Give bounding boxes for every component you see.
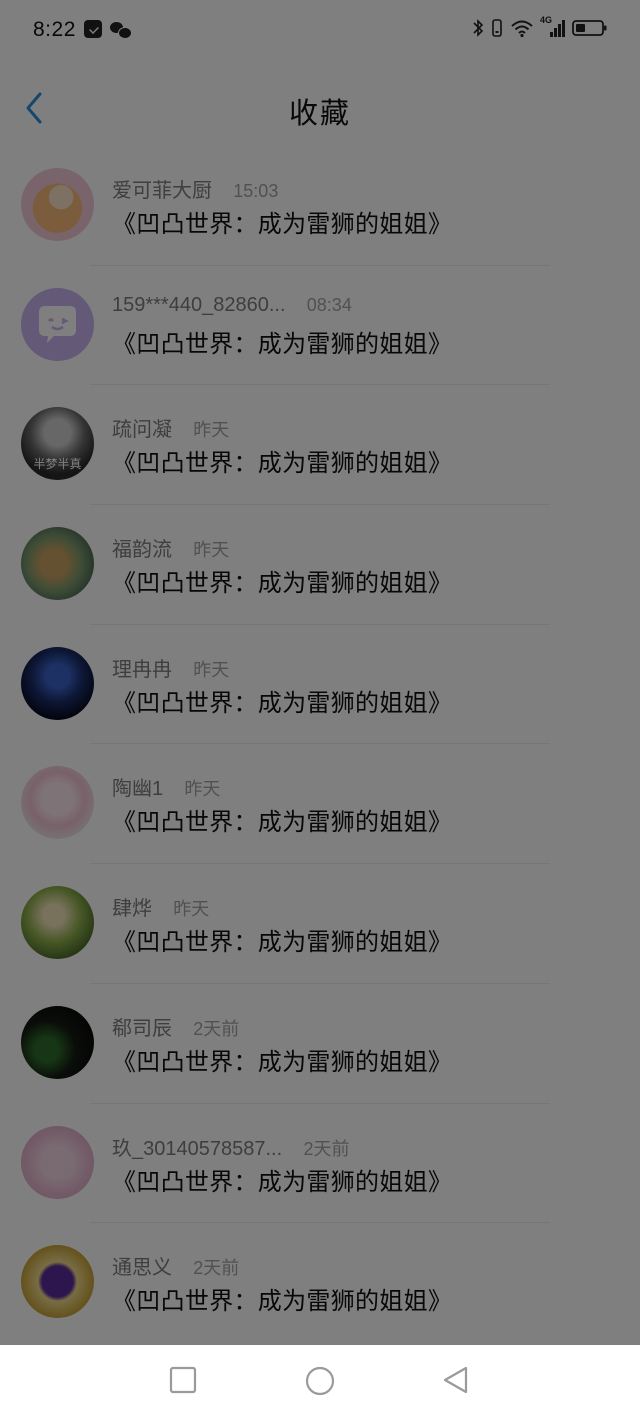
timestamp: 08:34 — [306, 294, 352, 315]
avatar[interactable] — [21, 1245, 94, 1319]
recent-apps-icon[interactable] — [168, 1365, 198, 1395]
list-item[interactable]: 福韵流 昨天 《凹凸世界：成为雷狮的姐姐》 — [0, 505, 640, 625]
avatar-caption: 半梦半真 — [33, 457, 82, 472]
list-item[interactable]: 159***440_82860... 08:34 《凹凸世界：成为雷狮的姐姐》 — [0, 266, 640, 386]
user-name[interactable]: 陶幽1 — [112, 778, 163, 800]
list-item[interactable]: 通思义 2天前 《凹凸世界：成为雷狮的姐姐》 — [0, 1223, 640, 1343]
favorite-title[interactable]: 《凹凸世界：成为雷狮的姐姐》 — [112, 922, 452, 957]
user-name[interactable]: 玖_30140578587... — [112, 1138, 282, 1160]
favorite-title[interactable]: 《凹凸世界：成为雷狮的姐姐》 — [112, 1042, 452, 1077]
favorite-title[interactable]: 《凹凸世界：成为雷狮的姐姐》 — [112, 204, 452, 239]
avatar[interactable] — [21, 527, 94, 601]
avatar[interactable] — [21, 1005, 94, 1079]
favorite-title[interactable]: 《凹凸世界：成为雷狮的姐姐》 — [112, 563, 452, 598]
chat-bubble-icon — [39, 305, 76, 343]
timestamp: 昨天 — [193, 540, 230, 561]
user-name[interactable]: 肆烨 — [112, 898, 152, 920]
navigation-bar — [0, 1345, 640, 1415]
status-bar: 8:22 4G — [0, 0, 640, 62]
user-name[interactable]: 通思义 — [112, 1257, 172, 1279]
back-icon[interactable] — [440, 1365, 470, 1395]
timestamp: 昨天 — [184, 779, 221, 800]
list-item[interactable]: 陶幽1 昨天 《凹凸世界：成为雷狮的姐姐》 — [0, 744, 640, 865]
list-item[interactable]: 肆烨 昨天 《凹凸世界：成为雷狮的姐姐》 — [0, 864, 640, 984]
wifi-icon — [511, 20, 533, 38]
notification-icon — [84, 20, 102, 38]
timestamp: 2天前 — [193, 1258, 240, 1279]
battery-icon — [572, 20, 607, 36]
avatar[interactable] — [21, 168, 94, 241]
timestamp: 15:03 — [233, 181, 279, 201]
home-icon[interactable] — [304, 1365, 336, 1397]
list-item[interactable]: 玖_30140578587... 2天前 《凹凸世界：成为雷狮的姐姐》 — [0, 1104, 640, 1224]
list-item[interactable]: 半梦半真 疏问凝 昨天 《凹凸世界：成为雷狮的姐姐》 — [0, 385, 640, 506]
favorite-title[interactable]: 《凹凸世界：成为雷狮的姐姐》 — [112, 443, 452, 478]
signal-4g-icon: 4G — [540, 15, 566, 38]
favorites-list: 爱可菲大厨 15:03 《凹凸世界：成为雷狮的姐姐》 159***440_828… — [0, 146, 640, 1343]
timestamp: 昨天 — [193, 420, 230, 441]
favorite-title[interactable]: 《凹凸世界：成为雷狮的姐姐》 — [112, 1162, 452, 1197]
avatar[interactable] — [21, 766, 94, 840]
user-name[interactable]: 159***440_82860... — [112, 294, 286, 316]
avatar[interactable] — [21, 1125, 94, 1199]
page-title: 收藏 — [288, 98, 351, 130]
wechat-icon — [110, 20, 132, 39]
vibrate-icon — [492, 19, 502, 37]
header: 收藏 — [0, 62, 640, 146]
status-time: 8:22 — [33, 18, 76, 41]
timestamp: 2天前 — [303, 1138, 350, 1159]
favorite-title[interactable]: 《凹凸世界：成为雷狮的姐姐》 — [112, 802, 452, 837]
user-name[interactable]: 疏问凝 — [112, 419, 172, 441]
timestamp: 2天前 — [193, 1018, 240, 1039]
list-item[interactable]: 理冉冉 昨天 《凹凸世界：成为雷狮的姐姐》 — [0, 625, 640, 745]
user-name[interactable]: 理冉冉 — [112, 659, 172, 681]
bluetooth-icon — [473, 19, 484, 37]
favorite-title[interactable]: 《凹凸世界：成为雷狮的姐姐》 — [112, 683, 452, 718]
favorites-screen: 8:22 4G 收藏 爱可菲大厨 15:03 《凹凸世界：成为雷狮的姐姐》 15… — [0, 0, 640, 1345]
list-item[interactable]: 爱可菲大厨 15:03 《凹凸世界：成为雷狮的姐姐》 — [0, 146, 640, 266]
user-name[interactable]: 福韵流 — [112, 539, 172, 561]
avatar[interactable]: 半梦半真 — [21, 407, 94, 481]
avatar[interactable] — [21, 287, 94, 361]
favorite-title[interactable]: 《凹凸世界：成为雷狮的姐姐》 — [112, 1281, 452, 1316]
list-item[interactable]: 郗司辰 2天前 《凹凸世界：成为雷狮的姐姐》 — [0, 984, 640, 1104]
avatar[interactable] — [21, 886, 94, 960]
avatar[interactable] — [21, 646, 94, 720]
timestamp: 昨天 — [193, 659, 230, 680]
favorite-title[interactable]: 《凹凸世界：成为雷狮的姐姐》 — [112, 324, 452, 359]
user-name[interactable]: 郗司辰 — [112, 1018, 172, 1040]
timestamp: 昨天 — [173, 899, 210, 920]
user-name[interactable]: 爱可菲大厨 — [112, 180, 212, 202]
